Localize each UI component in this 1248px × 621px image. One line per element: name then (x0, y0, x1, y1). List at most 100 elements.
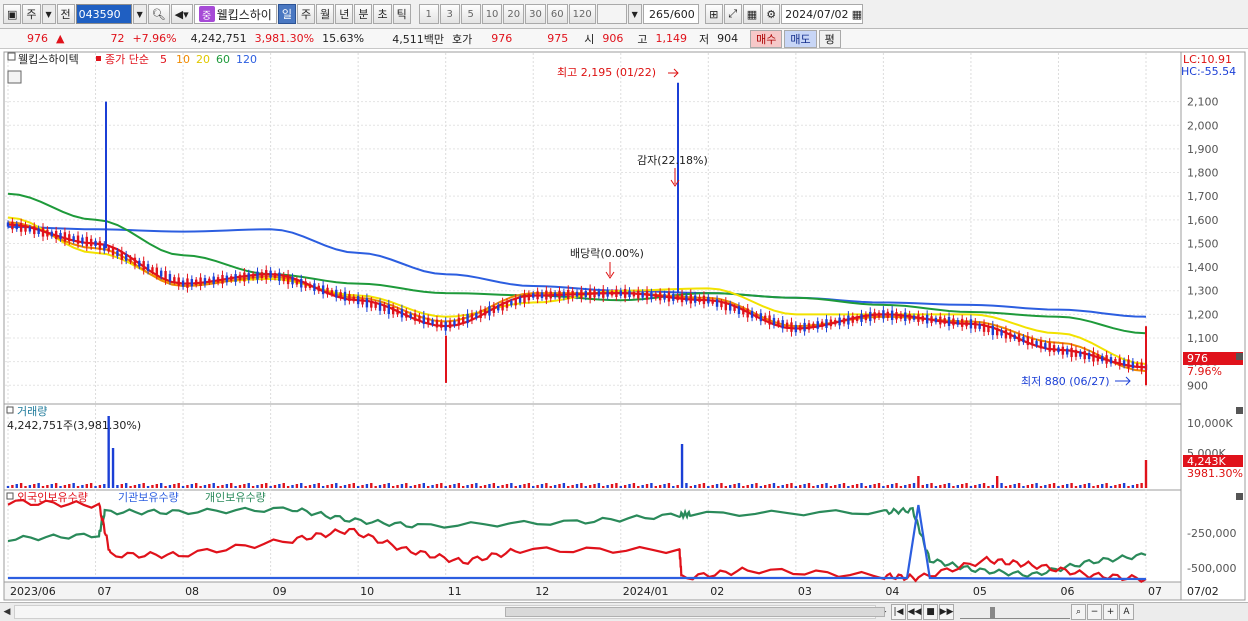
interval-60[interactable]: 60 (546, 4, 568, 24)
zoom-search-icon[interactable]: ⌕ (1071, 604, 1086, 620)
volume-legend-box-icon[interactable] (6, 406, 14, 414)
draw-tool-icon[interactable]: ⤢ (723, 4, 742, 24)
scroll-thumb[interactable] (505, 607, 885, 617)
period-tab-second[interactable]: 초 (373, 4, 392, 24)
code-dropdown-icon[interactable]: ▼ (132, 4, 147, 24)
candle-body (816, 321, 819, 329)
holdings-legend-box-icon[interactable] (6, 492, 14, 500)
calendar-icon[interactable]: ▦ (852, 8, 862, 21)
volume-bar (313, 484, 316, 488)
volume-bar (829, 486, 833, 488)
candle-body (1070, 347, 1073, 358)
interval-120[interactable]: 120 (568, 4, 596, 24)
interval-20[interactable]: 20 (503, 4, 525, 24)
volume-bar (221, 485, 224, 488)
volume-bar (234, 486, 237, 488)
interval-custom-input[interactable] (596, 4, 627, 24)
legend-box-icon[interactable] (7, 52, 16, 61)
interval-10[interactable]: 10 (481, 4, 503, 24)
save-icon[interactable]: ▦ (742, 4, 762, 24)
period-tab-tick[interactable]: 틱 (392, 4, 411, 24)
interval-5[interactable]: 5 (460, 4, 481, 24)
volume-bar (265, 483, 268, 488)
period-tab-year[interactable]: 년 (335, 4, 354, 24)
candle-body (637, 290, 640, 299)
candle-body (978, 323, 981, 329)
zoom-slider[interactable] (960, 605, 1070, 619)
stock-chart-svg[interactable]: 2,100 2,000 1,900 1,800 1,700 1,600 1,500 1,400… (0, 50, 1248, 602)
price-panel-close-icon[interactable] (1236, 353, 1243, 360)
volume-bar (435, 484, 439, 488)
auto-scale-icon[interactable]: A (1119, 604, 1134, 620)
candle-body (1061, 346, 1065, 355)
candle-body (947, 316, 951, 326)
volume-bar (934, 486, 938, 488)
candle-body (912, 315, 916, 320)
interval-3[interactable]: 3 (439, 4, 460, 24)
candle-body (1009, 332, 1012, 339)
candle-body (693, 295, 697, 303)
interval-1[interactable]: 1 (418, 4, 439, 24)
period-tab-week[interactable]: 주 (296, 4, 316, 24)
fast-forward-icon[interactable]: ▶▶ (939, 604, 954, 620)
candle-body (133, 257, 137, 266)
stock-name-field[interactable]: 중 웰킵스하이 (193, 4, 277, 24)
volume-panel-close-icon[interactable] (1236, 407, 1243, 414)
zoom-handle[interactable] (990, 607, 995, 618)
volume-bar (991, 485, 995, 488)
candle-body (457, 317, 461, 326)
sell-button[interactable]: 매도 (784, 29, 817, 48)
buy-button[interactable]: 매수 (750, 29, 783, 48)
settings-gear-icon[interactable]: ⚙ (762, 4, 781, 24)
volume-bar (33, 484, 36, 488)
scroll-left-icon[interactable]: ◀ (0, 604, 14, 620)
volume-current-pct: 3981.30% (1187, 467, 1243, 480)
window-icon[interactable]: ▣ (3, 4, 22, 24)
chart-tools-icon[interactable]: ⊞ (704, 4, 723, 24)
stop-icon[interactable]: ■ (923, 604, 938, 620)
volume-bar (186, 485, 189, 488)
price-y-tick: 1,100 (1187, 332, 1219, 345)
candle-body (159, 270, 163, 277)
volume-bar (488, 484, 491, 488)
candle-body (785, 322, 789, 329)
period-tab-month[interactable]: 월 (316, 4, 335, 24)
calculator-icon[interactable] (7, 70, 22, 84)
volume-bar (462, 486, 465, 488)
candle-body (667, 292, 671, 302)
candle-body (593, 290, 596, 298)
interval-dropdown-icon[interactable]: ▼ (627, 4, 642, 24)
rewind-icon[interactable]: ◀◀ (907, 604, 922, 620)
candle-body (343, 291, 347, 301)
search-icon[interactable]: 🔍︎ (147, 4, 170, 24)
holdings-panel-close-icon[interactable] (1236, 493, 1243, 500)
volume-bar (15, 484, 18, 488)
first-page-icon[interactable]: |◀ (891, 604, 906, 620)
candle-body (195, 279, 198, 285)
price-y-tick: 900 (1187, 379, 1208, 392)
scroll-track[interactable] (14, 605, 885, 619)
zoom-in-icon[interactable]: + (1103, 604, 1118, 620)
candle-body (63, 232, 67, 242)
count-input[interactable]: 265/600 (642, 4, 699, 24)
candle-body (672, 293, 675, 301)
zoom-out-icon[interactable]: − (1087, 604, 1102, 620)
candle-body (1127, 359, 1130, 369)
balance-button[interactable]: 평 (818, 29, 841, 48)
date-input[interactable]: 2024/07/02 ▦ (781, 4, 864, 24)
prev-button[interactable]: 전 (56, 4, 75, 24)
candle-body (1066, 348, 1069, 355)
chart-scrollbar[interactable]: ◀ ▶ |◀ ◀◀ ■ ▶▶ ⌕ − + A (0, 602, 1248, 621)
stock-code-input[interactable]: 043590 (75, 4, 132, 24)
chevron-down-icon[interactable]: ▼ (41, 4, 56, 24)
speaker-icon[interactable]: ◀▾ (170, 4, 193, 24)
period-tab-minute[interactable]: 분 (354, 4, 373, 24)
interval-30[interactable]: 30 (525, 4, 546, 24)
chart-area[interactable]: 2,100 2,000 1,900 1,800 1,700 1,600 1,500 1,400… (0, 50, 1248, 602)
candle-body (54, 230, 58, 239)
period-tab-day[interactable]: 일 (277, 4, 296, 24)
volume-bar (545, 483, 548, 488)
period-main-select[interactable]: 주 (22, 4, 41, 24)
candle-body (85, 236, 88, 247)
candle-body (146, 264, 150, 271)
